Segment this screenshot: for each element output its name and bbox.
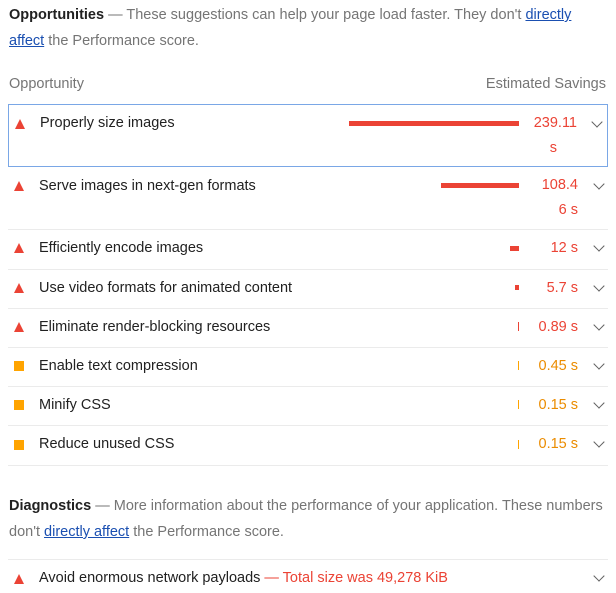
fail-triangle-icon	[14, 243, 24, 253]
audit-savings-line2: s	[549, 140, 557, 156]
fail-triangle-icon	[14, 283, 24, 293]
chevron-down-icon[interactable]	[593, 436, 605, 448]
fail-triangle-icon	[14, 322, 24, 332]
audit-properly-size-images[interactable]: Properly size images 239.11 s	[8, 104, 608, 167]
audit-label: Reduce unused CSS	[39, 436, 175, 452]
opportunities-header: Opportunities — These suggestions can he…	[9, 2, 609, 54]
audit-efficiently-encode-images[interactable]: Efficiently encode images 12 s	[8, 230, 608, 270]
audit-label: Eliminate render-blocking resources	[39, 319, 271, 335]
chevron-down-icon[interactable]	[593, 397, 605, 409]
average-square-icon	[14, 440, 24, 450]
audit-savings: 0.45 s	[538, 358, 579, 374]
chevron-down-icon[interactable]	[593, 358, 605, 370]
average-square-icon	[14, 361, 24, 371]
diagnostics-directly-affect-link[interactable]: directly affect	[44, 524, 129, 540]
audit-minify-css[interactable]: Minify CSS 0.15 s	[8, 387, 608, 426]
savings-bar	[517, 400, 519, 409]
audit-savings: 0.15 s	[538, 436, 579, 452]
audit-savings: 12 s	[550, 240, 578, 256]
savings-bar	[517, 322, 519, 331]
chevron-down-icon[interactable]	[593, 570, 605, 582]
audit-reduce-unused-css[interactable]: Reduce unused CSS 0.15 s	[8, 426, 608, 466]
audit-savings-line1: 108.4	[541, 177, 578, 193]
audit-video-formats[interactable]: Use video formats for animated content 5…	[8, 270, 608, 309]
chevron-down-icon[interactable]	[591, 116, 603, 128]
audit-label: Enable text compression	[39, 358, 198, 374]
savings-bar	[349, 121, 519, 126]
audit-savings-line1: 239.11	[533, 115, 577, 131]
audit-savings: 108.4 6 s	[526, 173, 578, 223]
diagnostics-header: Diagnostics — More information about the…	[9, 493, 609, 545]
chevron-down-icon[interactable]	[593, 240, 605, 252]
audit-savings: 5.7 s	[546, 280, 578, 296]
opportunities-desc-suffix: the Performance score.	[44, 33, 199, 49]
average-square-icon	[14, 400, 24, 410]
audit-label: Serve images in next-gen formats	[39, 178, 256, 194]
audit-label: Properly size images	[40, 115, 175, 131]
audit-detail-text: — Total size was 49,278 KiB	[260, 570, 448, 586]
opportunities-title: Opportunities	[9, 7, 105, 23]
chevron-down-icon[interactable]	[593, 280, 605, 292]
audit-next-gen-formats[interactable]: Serve images in next-gen formats 108.4 6…	[8, 168, 608, 230]
savings-bar	[441, 183, 519, 188]
audit-label: Efficiently encode images	[39, 240, 204, 256]
savings-bar	[517, 440, 519, 449]
audit-savings: 0.15 s	[538, 397, 579, 413]
audit-enormous-network-payloads[interactable]: Avoid enormous network payloads — Total …	[8, 560, 608, 593]
audit-label-text: Avoid enormous network payloads	[39, 570, 261, 586]
audit-label: Minify CSS	[39, 397, 111, 413]
opportunities-desc-prefix: — These suggestions can help your page l…	[104, 7, 526, 23]
chevron-down-icon[interactable]	[593, 319, 605, 331]
audit-render-blocking[interactable]: Eliminate render-blocking resources 0.89…	[8, 309, 608, 348]
audit-savings-line2: 6 s	[558, 202, 578, 218]
audit-label: Avoid enormous network payloads — Total …	[39, 570, 448, 586]
fail-triangle-icon	[14, 574, 24, 584]
diagnostics-title: Diagnostics	[9, 498, 92, 514]
audit-savings: 0.89 s	[538, 319, 579, 335]
audit-savings: 239.11 s	[525, 111, 577, 161]
column-opportunity-label: Opportunity	[9, 76, 84, 92]
savings-bar	[510, 246, 519, 251]
savings-bar	[517, 361, 519, 370]
fail-triangle-icon	[14, 181, 24, 191]
opportunities-column-header: Opportunity Estimated Savings	[9, 76, 606, 96]
audit-label: Use video formats for animated content	[39, 280, 293, 296]
chevron-down-icon[interactable]	[593, 178, 605, 190]
audit-text-compression[interactable]: Enable text compression 0.45 s	[8, 348, 608, 387]
column-estimated-savings-label: Estimated Savings	[485, 76, 606, 92]
diagnostics-desc-suffix: the Performance score.	[129, 524, 284, 540]
fail-triangle-icon	[15, 119, 25, 129]
savings-bar	[515, 285, 519, 290]
